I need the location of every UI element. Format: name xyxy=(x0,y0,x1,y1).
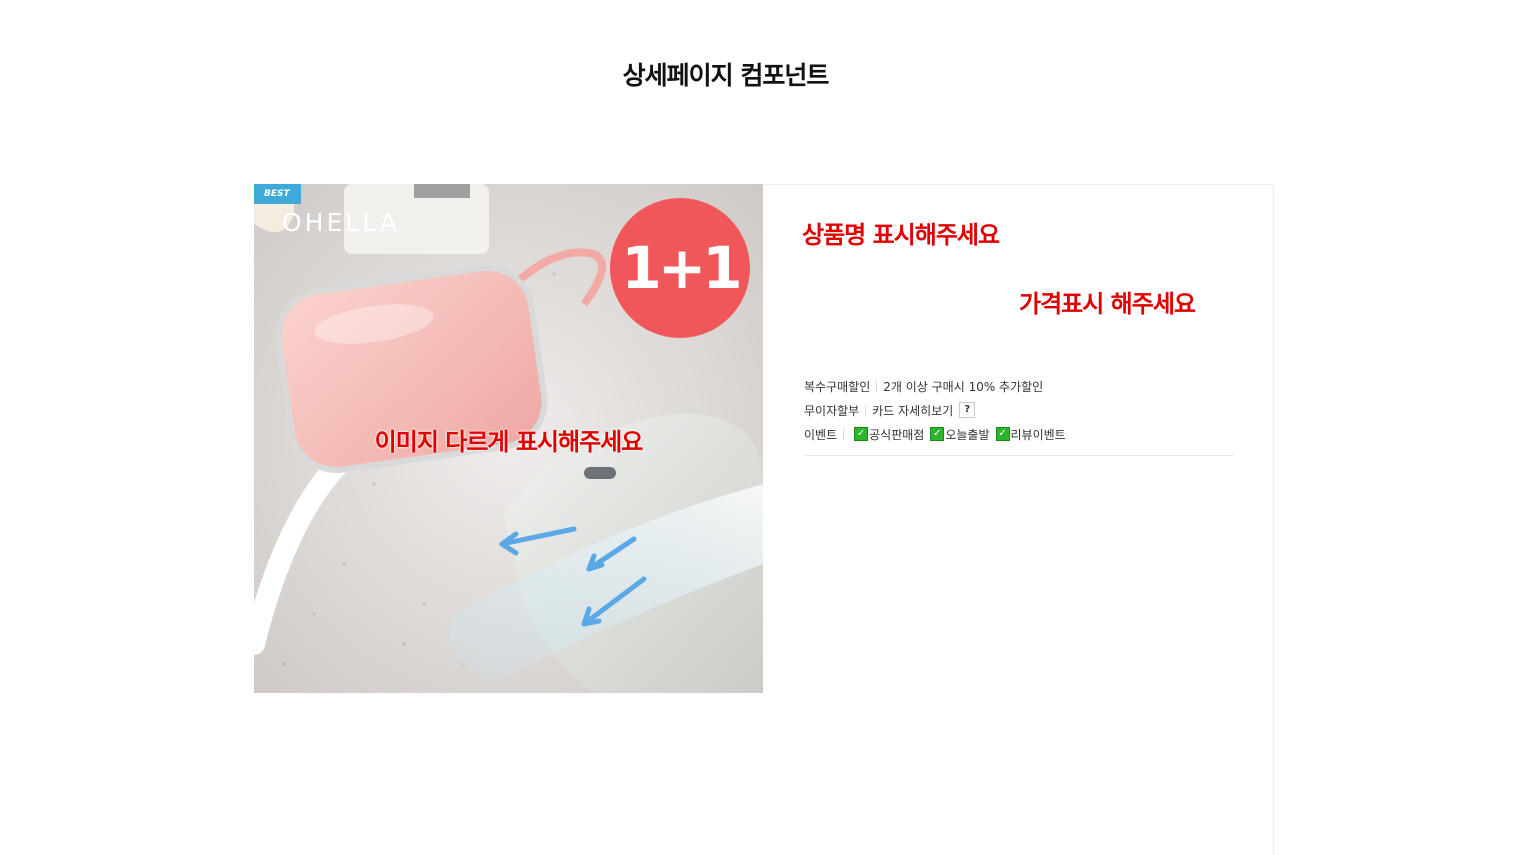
installment-label: 무이자할부 xyxy=(804,403,860,418)
check-icon: ✓ xyxy=(930,427,945,441)
separator xyxy=(876,380,878,392)
separator xyxy=(865,404,867,416)
brand-logo: OHELLA xyxy=(282,208,400,237)
product-image[interactable]: BEST OHELLA 1+1 이미지 다르게 표시해주세요 xyxy=(254,184,763,693)
product-name: 상품명 표시해주세요 xyxy=(802,221,1000,249)
page-title: 상세페이지 컴포넌트 xyxy=(622,61,830,90)
divider xyxy=(804,455,1234,456)
card-details-link[interactable]: 카드 자세히보기 xyxy=(872,402,953,419)
installment-row: 무이자할부 카드 자세히보기 ? xyxy=(804,398,1234,422)
event-label: 이벤트 xyxy=(804,427,838,442)
discount-value: 2개 이상 구매시 10% 추가할인 xyxy=(883,379,1044,394)
product-price: 가격표시 해주세요 xyxy=(1019,290,1196,318)
discount-row: 복수구매할인 2개 이상 구매시 10% 추가할인 xyxy=(804,374,1234,398)
product-info-list: 복수구매할인 2개 이상 구매시 10% 추가할인 무이자할부 카드 자세히보기… xyxy=(804,374,1234,446)
check-icon: ✓ xyxy=(995,427,1010,441)
event-row: 이벤트 ✓ 공식판매점 ✓ 오늘출발 ✓ 리뷰이벤트 xyxy=(804,422,1234,446)
discount-label: 복수구매할인 xyxy=(804,379,871,394)
help-button[interactable]: ? xyxy=(959,402,976,418)
check-icon: ✓ xyxy=(854,427,869,441)
event-review: 리뷰이벤트 xyxy=(1010,427,1066,442)
best-badge: BEST xyxy=(254,184,301,204)
event-same-day-shipping: 오늘출발 xyxy=(945,427,990,442)
event-official-store: 공식판매점 xyxy=(869,427,925,442)
image-placeholder-note: 이미지 다르게 표시해주세요 xyxy=(374,428,644,456)
promo-badge: 1+1 xyxy=(610,198,750,338)
separator xyxy=(843,428,845,440)
